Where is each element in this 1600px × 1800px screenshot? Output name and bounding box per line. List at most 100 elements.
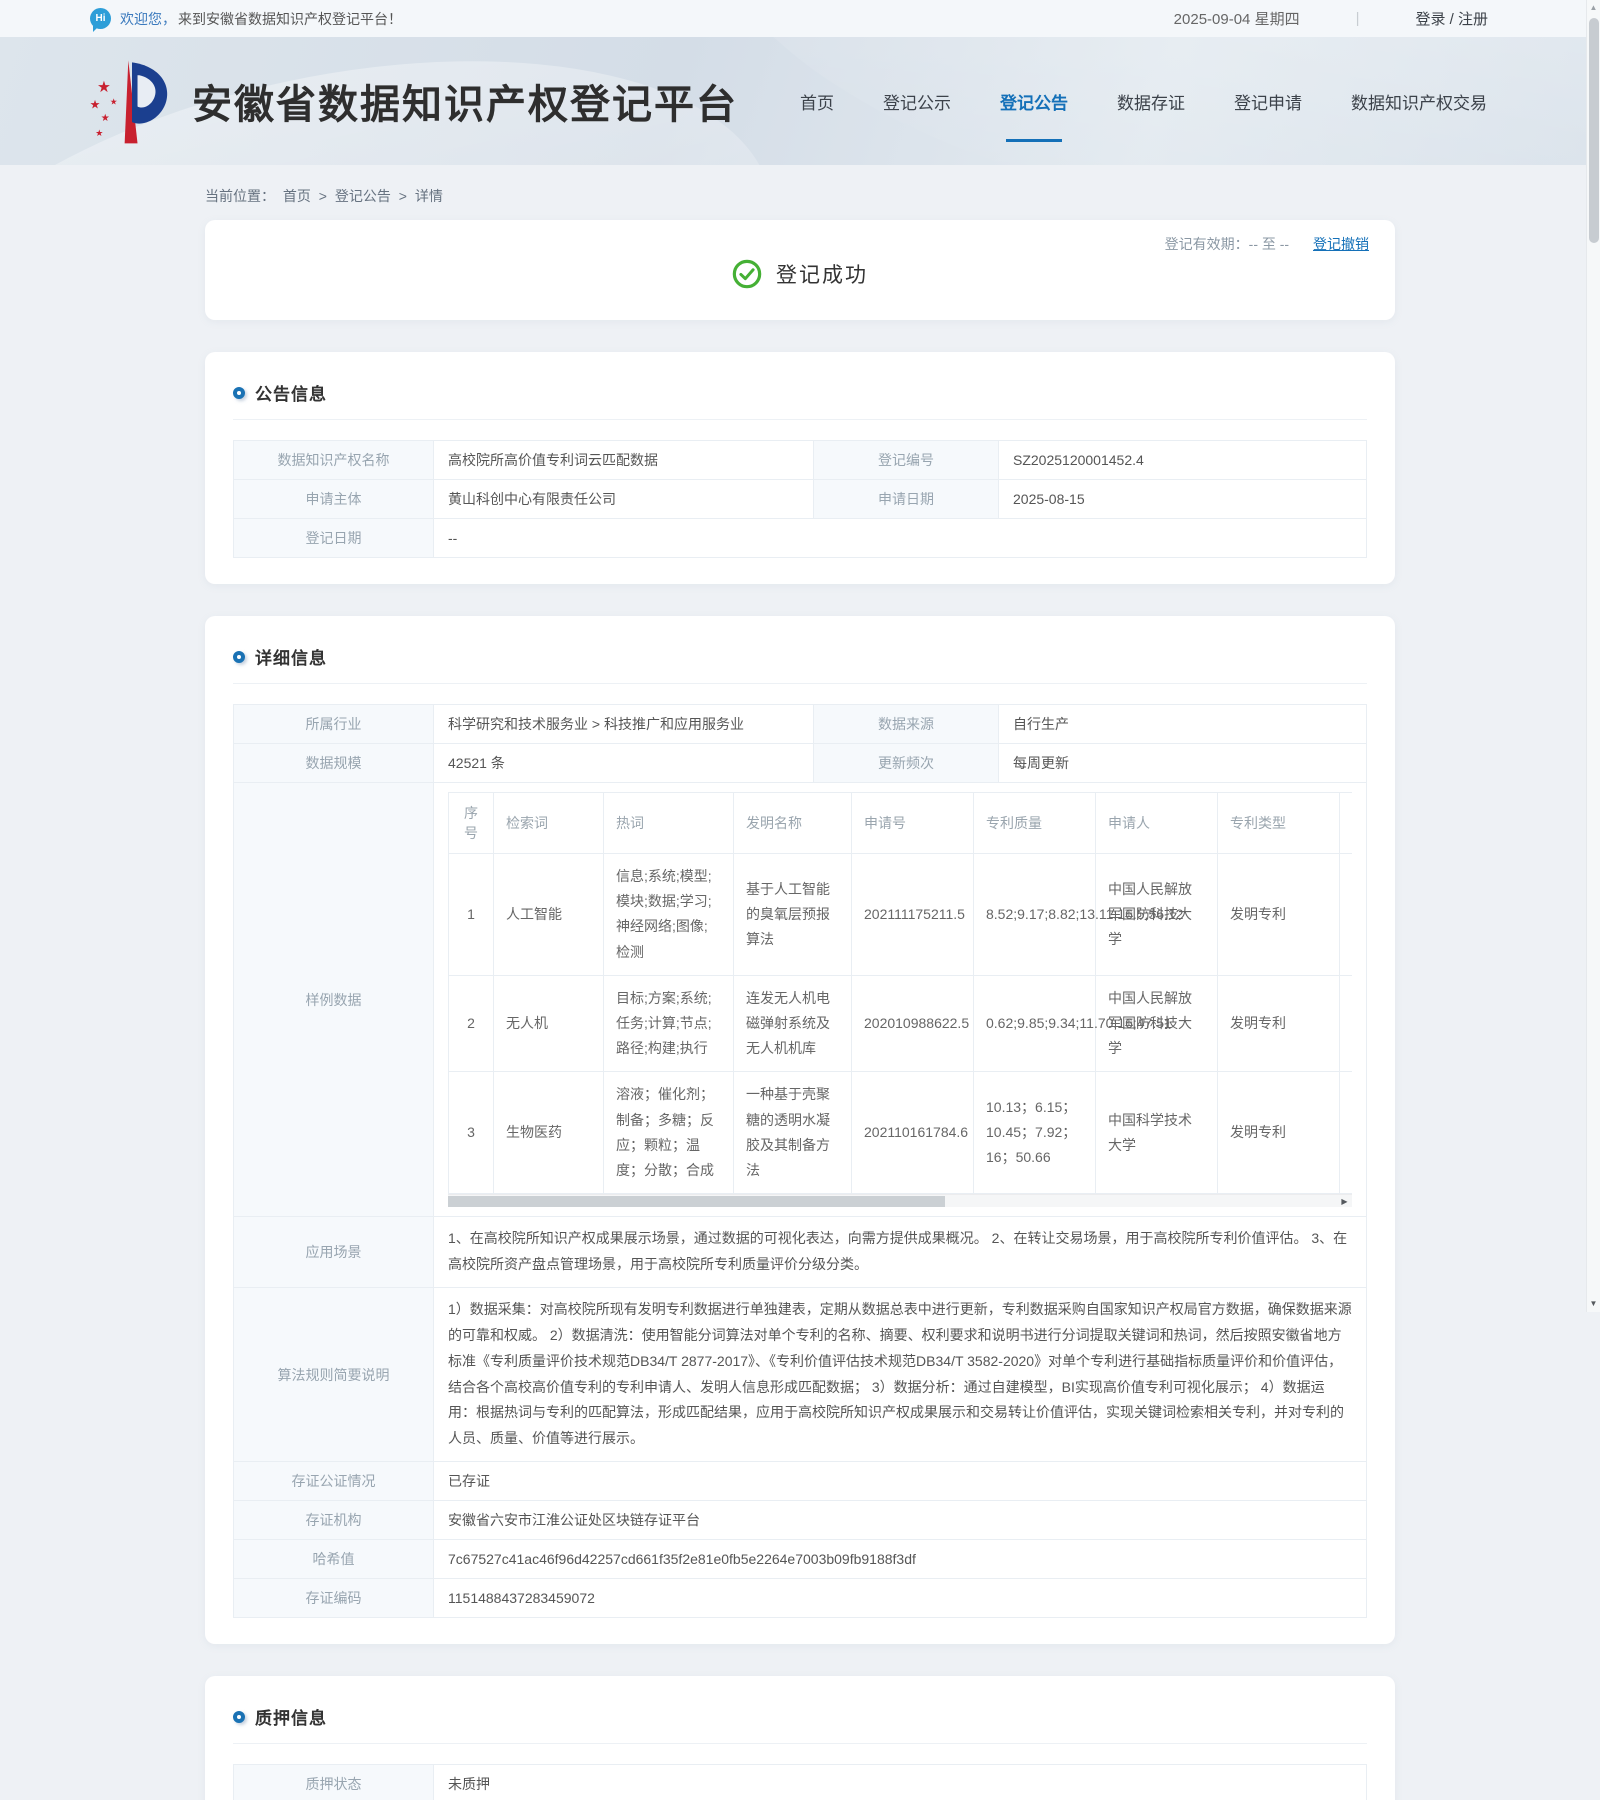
breadcrumb-separator: > <box>318 188 327 204</box>
section-dot-icon <box>233 650 245 663</box>
algorithm-description-value: 1）数据采集：对高校院所现有发明专利数据进行单独建表，定期从数据总表中进行更新，… <box>433 1286 1367 1463</box>
table-row: 数据知识产权名称 高校院所高价值专利词云匹配数据 登记编号 SZ20251200… <box>233 440 1367 480</box>
registration-number-value: SZ2025120001452.4 <box>998 440 1367 480</box>
cell-application-no: 202010988622.5 <box>851 975 974 1073</box>
success-check-icon <box>732 259 762 289</box>
breadcrumb-current: 详情 <box>414 188 443 204</box>
breadcrumb-separator: > <box>398 188 407 204</box>
field-label: 样例数据 <box>233 781 434 1218</box>
nav-item-registration-publicity[interactable]: 登记公示 <box>883 85 951 118</box>
cell-inventor: 汪洋;辉;曾智 <box>1339 853 1352 976</box>
field-label: 质押状态 <box>233 1764 434 1800</box>
sample-table-scroll-area[interactable]: 序号 检索词 热词 发明名称 申请号 专利质量 申请人 专利类型 发明人 <box>448 792 1352 1195</box>
industry-value: 科学研究和技术服务业 > 科技推广和应用服务业 <box>433 704 814 744</box>
nav-item-registration-apply[interactable]: 登记申请 <box>1234 85 1302 118</box>
login-register-link[interactable]: 登录 / 注册 <box>1415 8 1488 29</box>
detail-section-title: 详细信息 <box>255 649 327 668</box>
cell-applicant: 中国科学技术大学 <box>1095 1071 1218 1195</box>
sample-data-cell: 序号 检索词 热词 发明名称 申请号 专利质量 申请人 专利类型 发明人 <box>433 781 1367 1218</box>
hash-value: 7c67527c41ac46f96d42257cd661f35f2e81e0fb… <box>433 1539 1367 1580</box>
revoke-registration-link[interactable]: 登记撤销 <box>1313 236 1369 252</box>
field-label: 登记日期 <box>233 518 434 558</box>
field-label: 应用场景 <box>233 1216 434 1288</box>
announcement-info-section: 公告信息 数据知识产权名称 高校院所高价值专利词云匹配数据 登记编号 SZ202… <box>205 352 1395 584</box>
site-title: 安徽省数据知识产权登记平台 <box>192 83 738 127</box>
cell-patent-type: 发明专利 <box>1217 975 1340 1073</box>
field-label: 申请日期 <box>813 479 999 519</box>
field-label: 存证编码 <box>233 1578 434 1619</box>
table-row: 质押状态 未质押 <box>233 1764 1367 1800</box>
cell-invention-name: 基于人工智能的臭氧层预报算法 <box>733 853 852 976</box>
scroll-right-arrow-icon[interactable]: ▶ <box>1338 1195 1351 1208</box>
section-dot-icon <box>233 386 245 399</box>
column-header: 申请人 <box>1095 792 1218 854</box>
table-row: 1 人工智能 信息;系统;模型;模块;数据;学习;神经网络;图像;检测 基于人工… <box>448 853 1352 976</box>
field-label: 哈希值 <box>233 1539 434 1580</box>
cell-invention-name: 连发无人机电磁弹射系统及无人机机库 <box>733 975 852 1073</box>
table-row: 算法规则简要说明 1）数据采集：对高校院所现有发明专利数据进行单独建表，定期从数… <box>233 1286 1367 1463</box>
nav-item-data-deposit[interactable]: 数据存证 <box>1117 85 1185 118</box>
horizontal-scrollbar[interactable]: ▶ <box>448 1194 1352 1208</box>
field-label: 数据规模 <box>233 743 434 783</box>
field-label: 数据知识产权名称 <box>233 440 434 480</box>
scroll-down-arrow-icon[interactable]: ▼ <box>1587 1297 1600 1311</box>
column-header: 热词 <box>603 792 734 854</box>
deposit-code-value: 1151488437283459072 <box>433 1578 1367 1619</box>
nav-item-home[interactable]: 首页 <box>800 85 834 118</box>
field-label: 算法规则简要说明 <box>233 1286 434 1463</box>
cell-application-no: 202111175211.5 <box>851 853 974 976</box>
column-header: 发明人 <box>1339 792 1352 854</box>
field-label: 存证机构 <box>233 1500 434 1541</box>
applicant-value: 黄山科创中心有限责任公司 <box>433 479 814 519</box>
notarization-status-value: 已存证 <box>433 1461 1367 1502</box>
table-row: 存证机构 安徽省六安市江淮公证处区块链存证平台 <box>233 1500 1367 1541</box>
breadcrumb-home[interactable]: 首页 <box>283 188 311 204</box>
column-header: 检索词 <box>493 792 604 854</box>
nav-item-registration-announcement[interactable]: 登记公告 <box>1000 85 1068 118</box>
column-header: 申请号 <box>851 792 974 854</box>
breadcrumb-prefix: 当前位置： <box>205 188 275 204</box>
registration-success-text: 登记成功 <box>776 264 868 287</box>
svg-text:★: ★ <box>110 98 117 107</box>
table-row: 所属行业 科学研究和技术服务业 > 科技推广和应用服务业 数据来源 自行生产 <box>233 704 1367 744</box>
field-label: 更新频次 <box>813 743 999 783</box>
detail-info-section: 详细信息 所属行业 科学研究和技术服务业 > 科技推广和应用服务业 数据来源 自… <box>205 616 1395 1645</box>
cell-inventor: 吴山;湘江 <box>1339 975 1352 1073</box>
cell-patent-quality: 0.62;9.85;9.34;11.70;16;47.51 <box>973 975 1172 1073</box>
cell-patent-type: 发明专利 <box>1217 853 1340 976</box>
sample-data-table: 序号 检索词 热词 发明名称 申请号 专利质量 申请人 专利类型 发明人 <box>448 792 1352 1195</box>
table-row: 样例数据 序号 检索词 热词 发明名称 申请号 专利质量 申请人 专利类型 1 … <box>233 781 1367 1218</box>
vertical-scrollbar-thumb[interactable] <box>1589 18 1599 243</box>
table-row: 数据规模 42521 条 更新频次 每周更新 <box>233 743 1367 783</box>
horizontal-scrollbar-thumb[interactable] <box>448 1196 946 1208</box>
table-row: 3 生物医药 溶液；催化剂；制备；多糖；反应；颗粒；温度；分散；合成 一种基于壳… <box>448 1071 1352 1195</box>
table-row: 登记日期 -- <box>233 518 1367 558</box>
update-frequency-value: 每周更新 <box>998 743 1367 783</box>
hi-badge-icon: Hi <box>90 8 111 32</box>
table-row: 2 无人机 目标;方案;系统;任务;计算;节点;路径;构建;执行 连发无人机电磁… <box>448 975 1352 1073</box>
breadcrumb-parent[interactable]: 登记公告 <box>335 188 391 204</box>
breadcrumb: 当前位置： 首页 > 登记公告 > 详情 <box>205 186 1395 206</box>
cell-hotwords: 信息;系统;模型;模块;数据;学习;神经网络;图像;检测 <box>603 853 734 976</box>
current-date: 2025-09-04 星期四 <box>1173 11 1300 28</box>
registration-status-card: 登记有效期：-- 至 -- 登记撤销 登记成功 <box>205 220 1395 320</box>
vertical-scrollbar[interactable]: ▲ ▼ <box>1586 0 1600 1312</box>
nav-item-data-ip-trade[interactable]: 数据知识产权交易 <box>1351 85 1487 118</box>
cell-patent-quality: 8.52;9.17;8.82;13.11;16.5;56.12 <box>973 853 1183 976</box>
field-label: 所属行业 <box>233 704 434 744</box>
table-row: 存证公证情况 已存证 <box>233 1461 1367 1502</box>
cell-patent-type: 发明专利 <box>1217 1071 1340 1195</box>
validity-value: -- 至 -- <box>1248 236 1290 252</box>
cell-invention-name: 一种基于壳聚糖的透明水凝胶及其制备方法 <box>733 1071 852 1195</box>
column-header: 序号 <box>448 792 494 854</box>
pledge-table: 质押状态 未质押 质押合同号 -- <box>233 1764 1367 1800</box>
table-row: 申请主体 黄山科创中心有限责任公司 申请日期 2025-08-15 <box>233 479 1367 519</box>
cell-patent-quality: 10.13；6.15；10.45；7.92；16；50.66 <box>973 1071 1096 1195</box>
announcement-section-title: 公告信息 <box>255 385 327 404</box>
field-label: 存证公证情况 <box>233 1461 434 1502</box>
scroll-up-arrow-icon[interactable]: ▲ <box>1587 1 1600 15</box>
field-label: 登记编号 <box>813 440 999 480</box>
cell-seq: 1 <box>448 853 494 976</box>
cell-keyword: 人工智能 <box>493 853 604 976</box>
apply-date-value: 2025-08-15 <box>998 479 1367 519</box>
